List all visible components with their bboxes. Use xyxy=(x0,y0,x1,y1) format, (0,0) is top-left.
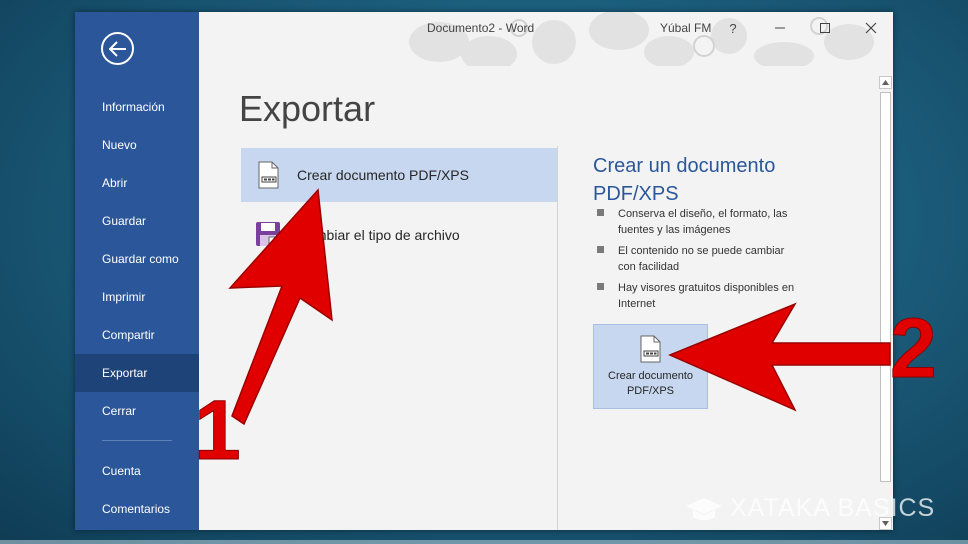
annotation-overlay xyxy=(228,188,891,426)
graduation-cap-icon xyxy=(686,497,722,520)
arrow-1-annotation xyxy=(228,188,333,426)
annotation-number-1: 1 xyxy=(194,383,242,477)
arrow-2-annotation xyxy=(668,302,891,412)
watermark: XATAKA BASICS xyxy=(684,494,935,523)
watermark-text: XATAKA BASICS xyxy=(730,494,936,522)
annotation-number-2: 2 xyxy=(890,301,938,395)
